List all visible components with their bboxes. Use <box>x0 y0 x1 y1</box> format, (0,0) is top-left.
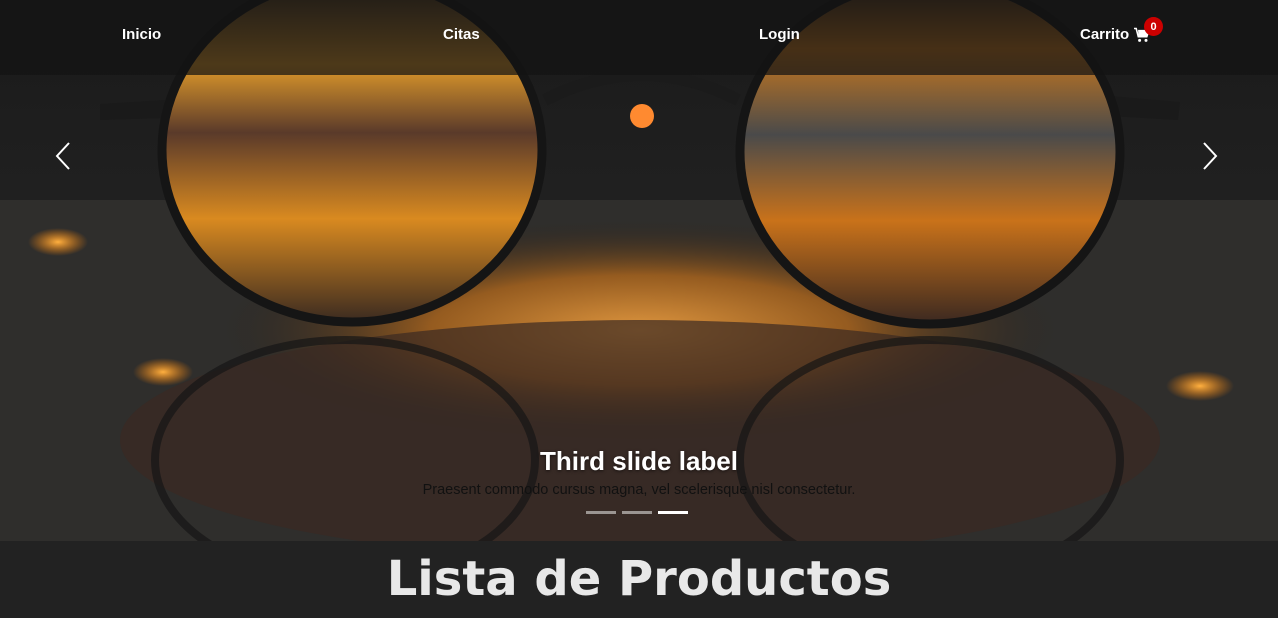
carousel-indicator-3[interactable] <box>658 511 688 514</box>
carousel-caption-title: Third slide label <box>540 446 738 476</box>
carousel-next-button[interactable] <box>1190 136 1230 176</box>
nav-link-inicio[interactable]: Inicio <box>122 26 161 43</box>
products-title: Lista de Productos <box>386 551 892 607</box>
carousel-indicator-1[interactable] <box>586 511 616 514</box>
chevron-right-icon <box>1203 142 1218 170</box>
nav-link-citas[interactable]: Citas <box>443 26 480 43</box>
carousel-prev-button[interactable] <box>43 136 83 176</box>
carousel-caption-text: Praesent commodo cursus magna, vel scele… <box>422 482 856 498</box>
carousel-indicators <box>586 511 688 514</box>
nav-link-carrito[interactable]: Carrito 0 <box>1080 17 1163 43</box>
top-navbar: Inicio Citas Login Carrito 0 <box>0 0 1278 75</box>
cart-count-badge: 0 <box>1144 17 1163 36</box>
nav-link-login[interactable]: Login <box>759 26 800 43</box>
hero-carousel: Inicio Citas Login Carrito 0 Third slide… <box>0 0 1278 541</box>
chevron-left-icon <box>55 142 70 170</box>
products-section: Lista de Productos <box>0 541 1278 618</box>
carousel-indicator-2[interactable] <box>622 511 652 514</box>
cart-label: Carrito <box>1080 26 1130 43</box>
